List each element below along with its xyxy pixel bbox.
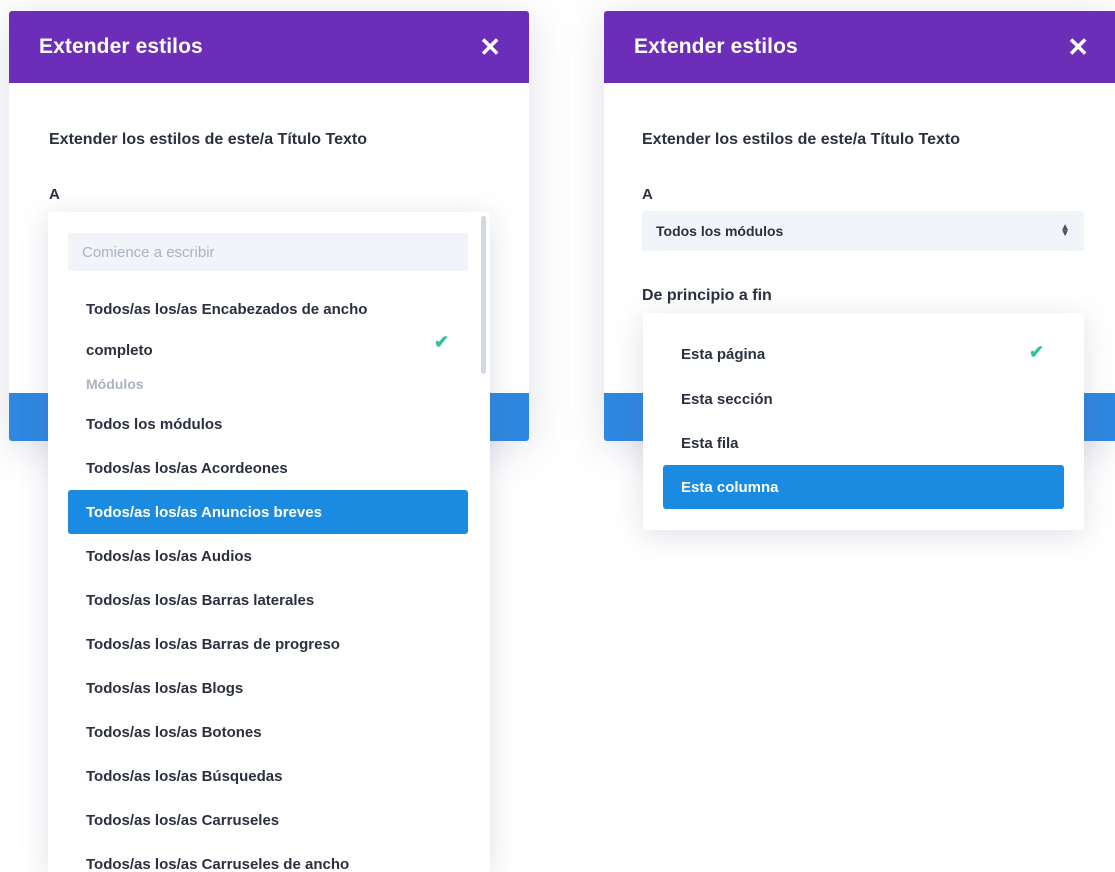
option-label: Esta columna [681,478,779,496]
option-label: Todos/as los/as Audios [86,547,252,565]
list-item[interactable]: Todos/as los/as Audios [68,534,468,578]
option-label: Esta página [681,345,766,363]
option-label: Todos/as los/as Carruseles de ancho [86,855,350,872]
option-label: Todos los módulos [86,415,223,433]
list-item[interactable]: Todos/as los/as Barras de progreso [68,622,468,666]
option-label: Todos/as los/as Búsquedas [86,767,283,785]
target-select[interactable]: Todos los módulos ▲ ▼ [642,211,1084,251]
target-dropdown-list: Todos/as los/as Encabezados de ancho com… [48,212,490,872]
modal-header: Extender estilos ✕ [9,11,529,83]
option-this-column[interactable]: Esta columna [663,465,1064,509]
option-full-width-headers[interactable]: Todos/as los/as Encabezados de ancho com… [68,289,468,371]
option-this-section[interactable]: Esta sección [663,377,1064,421]
option-label: Todos/as los/as Carruseles [86,811,280,829]
option-label: Todos/as los/as Anuncios breves [86,503,322,521]
search-input[interactable] [68,233,468,271]
list-item[interactable]: Todos los módulos [68,402,468,446]
option-label: Todos/as los/as Blogs [86,679,244,697]
modal-title: Extender estilos [39,35,203,58]
list-item[interactable]: Todos/as los/as Botones [68,710,468,754]
extend-description: Extender los estilos de este/a Título Te… [49,131,368,148]
modal-header: Extender estilos ✕ [604,11,1115,83]
to-label: A [642,186,653,203]
list-item[interactable]: Todos/as los/as Anuncios breves [68,490,468,534]
close-icon[interactable]: ✕ [479,34,501,60]
option-this-page[interactable]: Esta página [663,332,1064,376]
list-item[interactable]: Todos/as los/as Carruseles [68,798,468,842]
select-arrows-icon: ▲ ▼ [1060,222,1070,239]
check-icon: ✔ [1029,342,1045,362]
range-label: De principio a fin [642,287,772,304]
to-label: A [49,186,60,203]
option-label: Todos/as los/as Botones [86,723,262,741]
close-icon[interactable]: ✕ [1067,34,1089,60]
list-item[interactable]: Todos/as los/as Carruseles de ancho [68,842,468,872]
list-item[interactable]: Todos/as los/as Búsquedas [68,754,468,798]
modal-title: Extender estilos [634,35,798,58]
option-label: Esta fila [681,434,739,452]
check-icon: ✔ [434,332,450,352]
option-label: Todos/as los/as Acordeones [86,459,288,477]
option-this-row[interactable]: Esta fila [663,421,1064,465]
list-item[interactable]: Todos/as los/as Barras laterales [68,578,468,622]
list-item[interactable]: Todos/as los/as Blogs [68,666,468,710]
extend-description: Extender los estilos de este/a Título Te… [642,131,961,148]
select-value: Todos los módulos [656,223,784,239]
option-label: Esta sección [681,390,773,408]
option-label: Todos/as los/as Barras laterales [86,591,315,609]
scope-dropdown-list: Esta página ✔ Esta sección Esta fila Est… [643,313,1084,530]
dropdown-scrollbar[interactable] [481,216,486,374]
option-label: Todos/as los/as Encabezados de ancho com… [86,301,368,359]
group-label-modules: Módulos [86,376,144,392]
list-item[interactable]: Todos/as los/as Acordeones [68,446,468,490]
option-label: Todos/as los/as Barras de progreso [86,635,340,653]
